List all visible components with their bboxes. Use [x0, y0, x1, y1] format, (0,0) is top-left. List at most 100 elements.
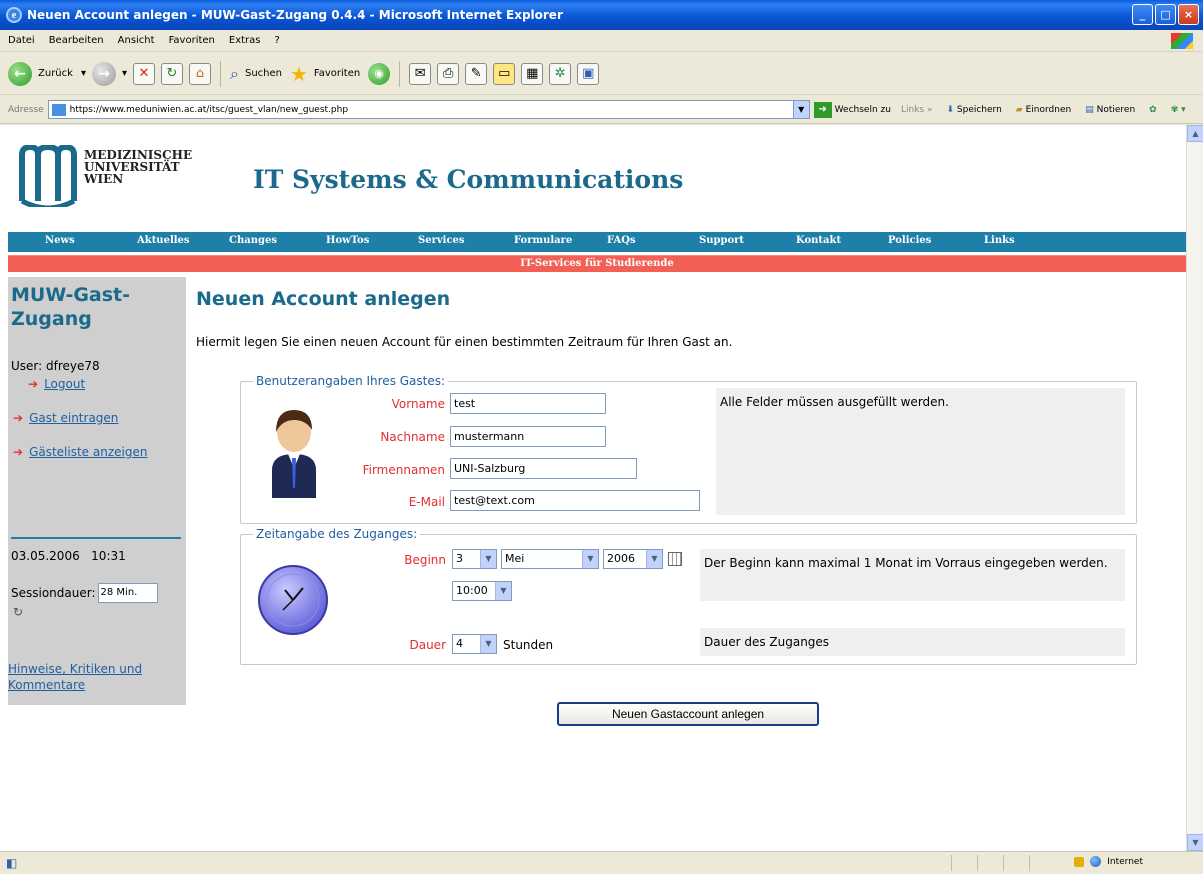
- back-arrow-icon[interactable]: ←: [8, 61, 32, 86]
- arrow-right-icon: ➔: [13, 445, 24, 459]
- sidebar-user: User: dfreye78: [11, 359, 100, 373]
- toolbar-separator: [399, 60, 401, 87]
- links-label[interactable]: Links »: [901, 105, 933, 115]
- home-icon[interactable]: ⌂: [189, 62, 211, 85]
- logo-line-3: WIEN: [84, 172, 124, 186]
- window-icon[interactable]: ▣: [577, 62, 600, 85]
- duration-select[interactable]: 4 ▼: [452, 634, 497, 654]
- menu-edit[interactable]: Bearbeiten: [49, 35, 104, 46]
- notes-icon[interactable]: ▭: [493, 62, 516, 85]
- nav-support[interactable]: Support: [699, 235, 744, 246]
- menu-tools[interactable]: Extras: [229, 35, 261, 46]
- notes-link[interactable]: ▤ Notieren: [1085, 105, 1135, 115]
- nav-aktuelles[interactable]: Aktuelles: [137, 235, 190, 246]
- messenger-icon[interactable]: ▦: [521, 62, 544, 85]
- go-arrow-icon: ➜: [813, 101, 832, 118]
- duration-unit: Stunden: [503, 638, 554, 652]
- menu-help[interactable]: ?: [275, 35, 280, 46]
- stop-icon[interactable]: ✕: [133, 62, 155, 85]
- sidebar-title: MUW-Gast-Zugang: [11, 284, 131, 330]
- note-icon: ▤: [1085, 104, 1094, 115]
- subnav-label[interactable]: IT-Services für Studierende: [520, 258, 673, 269]
- clock-icon: [258, 565, 328, 635]
- nav-faqs[interactable]: FAQs: [607, 235, 636, 246]
- nav-kontakt[interactable]: Kontakt: [796, 235, 841, 246]
- nav-links[interactable]: Links: [984, 235, 1015, 246]
- firstname-input[interactable]: test: [450, 393, 606, 414]
- page-status-icon: ◧: [6, 856, 18, 870]
- maximize-button[interactable]: □: [1155, 4, 1176, 25]
- logout-link[interactable]: ➔ Logout: [28, 377, 85, 391]
- address-dropdown-icon[interactable]: ▼: [792, 101, 809, 118]
- menu-view[interactable]: Ansicht: [118, 35, 155, 46]
- nav-news[interactable]: News: [45, 235, 75, 246]
- go-button[interactable]: ➜ Wechseln zu: [813, 101, 891, 118]
- nav-policies[interactable]: Policies: [888, 235, 931, 246]
- feedback-link[interactable]: Hinweise, Kritiken und Kommentare: [8, 661, 142, 693]
- email-input[interactable]: test@text.com: [450, 490, 700, 511]
- scroll-up-icon[interactable]: ▲: [1187, 125, 1203, 142]
- media-icon[interactable]: ◉: [368, 62, 391, 85]
- user-avatar-icon: [272, 410, 316, 498]
- lastname-label: Nachname: [380, 430, 445, 444]
- sub-nav[interactable]: IT-Services für Studierende: [8, 255, 1186, 272]
- session-duration: Sessiondauer: 28 Min.: [11, 583, 158, 603]
- start-time-select[interactable]: 10:00 ▼: [452, 581, 512, 601]
- sort-link[interactable]: ▰ Einordnen: [1016, 105, 1071, 115]
- nav-services[interactable]: Services: [418, 235, 465, 246]
- save-link[interactable]: ⬇ Speichern: [946, 105, 1001, 115]
- company-input[interactable]: UNI-Salzburg: [450, 458, 637, 479]
- nav-changes[interactable]: Changes: [229, 235, 277, 246]
- guest-list-link[interactable]: ➔ Gästeliste anzeigen: [13, 445, 147, 459]
- search-icon[interactable]: ⌕: [230, 64, 239, 84]
- dropdown-arrow-icon: ▼: [495, 582, 511, 600]
- refresh-session-icon[interactable]: ↻: [13, 605, 23, 619]
- search-button[interactable]: Suchen: [245, 68, 282, 79]
- add-guest-link[interactable]: ➔ Gast eintragen: [13, 411, 118, 425]
- research-icon[interactable]: ✲: [549, 62, 572, 85]
- scroll-down-icon[interactable]: ▼: [1187, 834, 1203, 851]
- duration-label: Dauer: [409, 638, 446, 652]
- extra-icon[interactable]: ✾ ▾: [1171, 105, 1186, 115]
- page-icon: [51, 103, 66, 116]
- vertical-scrollbar[interactable]: ▲ ▼: [1186, 125, 1203, 851]
- internet-zone-icon: [1090, 856, 1102, 867]
- duration-note: Dauer des Zuganges: [700, 628, 1125, 656]
- ie-logo-icon: e: [6, 7, 22, 23]
- muw-logo-icon: [19, 145, 77, 207]
- firstname-label: Vorname: [391, 397, 445, 411]
- dropdown-arrow-icon: ▼: [582, 550, 598, 568]
- lastname-input[interactable]: mustermann: [450, 426, 606, 447]
- favorites-button[interactable]: Favoriten: [314, 68, 360, 79]
- arrow-right-icon: ➔: [13, 411, 24, 425]
- forward-dropdown-icon[interactable]: ▾: [122, 68, 127, 79]
- calendar-icon[interactable]: [668, 552, 682, 566]
- minimize-button[interactable]: _: [1132, 4, 1153, 25]
- nav-howtos[interactable]: HowTos: [326, 235, 369, 246]
- start-year-select[interactable]: 2006 ▼: [603, 549, 663, 569]
- security-zone[interactable]: Internet: [1107, 857, 1143, 867]
- print-icon[interactable]: ⎙: [437, 62, 460, 85]
- menu-favorites[interactable]: Favoriten: [169, 35, 215, 46]
- go-label: Wechseln zu: [834, 104, 891, 115]
- status-cell: [951, 855, 975, 871]
- close-button[interactable]: ×: [1178, 4, 1199, 25]
- forward-arrow-icon[interactable]: →: [91, 61, 116, 86]
- mail-icon[interactable]: ✉: [409, 62, 432, 85]
- favorites-star-icon[interactable]: ★: [290, 62, 308, 86]
- address-input[interactable]: https://www.meduniwien.ac.at/itsc/guest_…: [47, 100, 810, 119]
- back-dropdown-icon[interactable]: ▾: [81, 68, 86, 79]
- start-month-select[interactable]: Mei ▼: [501, 549, 599, 569]
- edit-icon[interactable]: ✎: [465, 62, 488, 85]
- menu-file[interactable]: Datei: [8, 35, 35, 46]
- nav-formulare[interactable]: Formulare: [514, 235, 572, 246]
- create-guest-account-button[interactable]: Neuen Gastaccount anlegen: [557, 702, 819, 726]
- lock-icon[interactable]: [1074, 856, 1085, 867]
- plugin-icon[interactable]: ✿: [1149, 105, 1157, 115]
- back-button[interactable]: Zurück: [38, 68, 73, 79]
- folder-icon: ▰: [1015, 104, 1023, 115]
- toolbar: ← Zurück ▾ → ▾ ✕ ↻ ⌂ ⌕ Suchen ★ Favorite…: [0, 53, 1203, 95]
- start-day-select[interactable]: 3 ▼: [452, 549, 497, 569]
- refresh-icon[interactable]: ↻: [161, 62, 183, 85]
- dropdown-arrow-icon: ▼: [480, 550, 496, 568]
